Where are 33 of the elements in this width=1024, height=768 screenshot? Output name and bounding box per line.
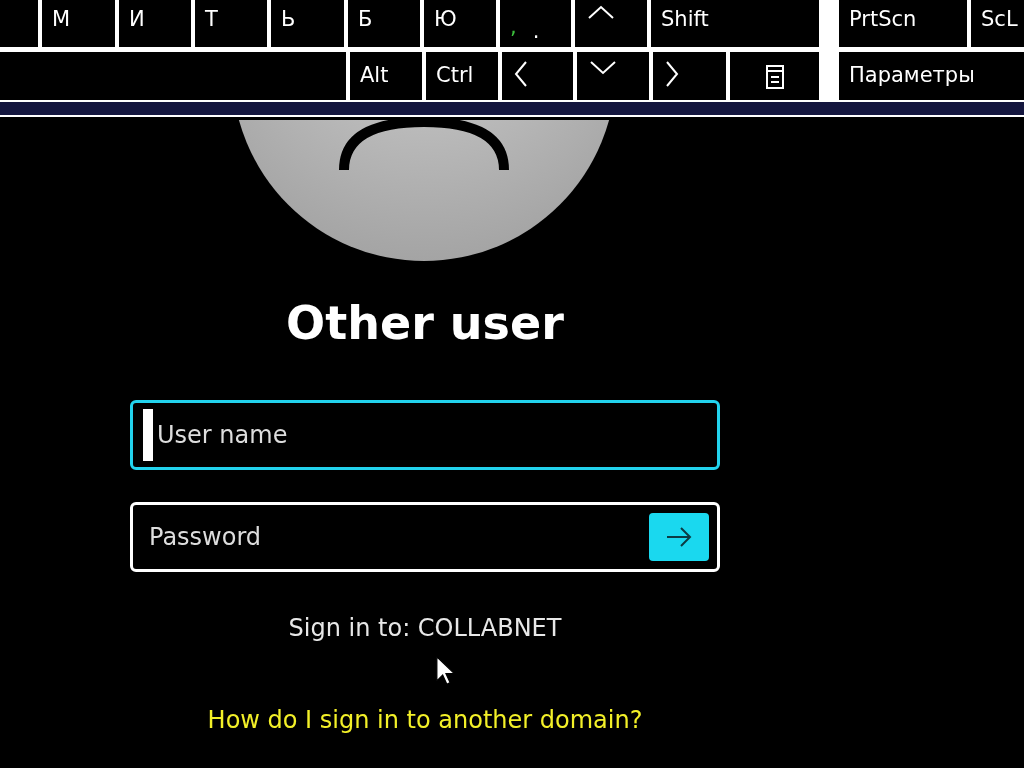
caret-up-icon: [587, 4, 615, 20]
keyboard-key[interactable]: И: [119, 0, 191, 47]
caret-right-icon: [665, 60, 679, 88]
username-field[interactable]: User name: [130, 400, 720, 470]
menu-key-icon: [764, 64, 785, 90]
arrow-right-icon: [666, 527, 692, 547]
keyboard-key[interactable]: Параметры: [839, 52, 1024, 100]
key-secondary-label: .: [532, 18, 540, 45]
keyboard-key[interactable]: ScL: [971, 0, 1024, 47]
keyboard-key[interactable]: Б: [348, 0, 420, 47]
keyboard-key[interactable]: Ю: [424, 0, 496, 47]
keyboard-key[interactable]: Alt: [350, 52, 422, 100]
keyboard-key[interactable]: Ctrl: [426, 52, 498, 100]
keyboard-key[interactable]: Ь: [271, 0, 344, 47]
keyboard-key[interactable]: PrtScn: [839, 0, 967, 47]
keyboard-key[interactable]: М: [42, 0, 115, 47]
password-field[interactable]: Password: [130, 502, 720, 572]
caret-left-icon: [514, 60, 528, 88]
user-title: Other user: [286, 295, 564, 352]
keyboard-key[interactable]: Shift: [651, 0, 819, 47]
username-field[interactable]: User name: [157, 417, 709, 453]
keyboard-key[interactable]: Т: [195, 0, 267, 47]
caret-down-icon: [589, 60, 617, 76]
sign-in-domain-text: Sign in to: COLLABNET: [288, 613, 562, 644]
mouse-pointer-icon: [436, 656, 456, 686]
keyboard-key[interactable]: , .: [500, 0, 571, 47]
help-link[interactable]: How do I sign in to another domain?: [207, 702, 643, 738]
submit-button[interactable]: [649, 513, 709, 561]
person-silhouette-icon: [338, 120, 510, 170]
keyboard-key[interactable]: [730, 52, 819, 100]
password-field[interactable]: Password: [149, 519, 649, 555]
key-primary-label: ,: [510, 14, 517, 41]
text-caret: [143, 409, 153, 461]
